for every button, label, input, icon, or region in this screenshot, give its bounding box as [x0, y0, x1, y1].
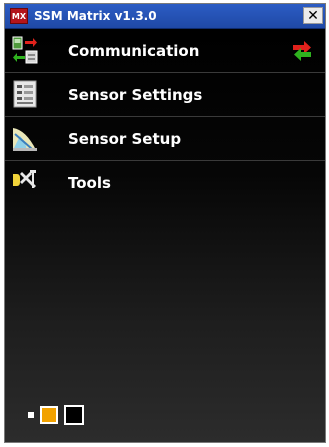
close-button[interactable]: ✕: [303, 7, 323, 24]
menu-item-label: Communication: [68, 41, 200, 60]
menu-item-sensor-settings[interactable]: Sensor Settings: [5, 73, 325, 117]
main-menu: Communication Sensor Settings Sensor Set…: [5, 29, 325, 442]
size-large-swatch[interactable]: [64, 405, 84, 425]
settings-sheet-icon: [12, 80, 38, 108]
app-window: MX SSM Matrix v1.3.0 ✕ Communication Sen…: [4, 3, 326, 443]
window-title: SSM Matrix v1.3.0: [34, 9, 157, 23]
size-medium-swatch[interactable]: [40, 406, 58, 424]
connection-icon: [12, 36, 38, 64]
menu-item-label: Sensor Setup: [68, 129, 182, 148]
size-selector: [28, 404, 84, 426]
menu-item-sensor-setup[interactable]: Sensor Setup: [5, 117, 325, 161]
menu-item-label: Sensor Settings: [68, 85, 203, 104]
title-bar: MX SSM Matrix v1.3.0 ✕: [5, 4, 325, 29]
app-logo-icon: MX: [10, 8, 28, 24]
menu-item-label: Tools: [68, 173, 111, 192]
menu-item-communication[interactable]: Communication: [5, 29, 325, 73]
size-small-swatch[interactable]: [28, 412, 34, 418]
transfer-arrows-icon: [291, 39, 313, 61]
menu-item-tools[interactable]: Tools: [5, 161, 325, 204]
sensor-setup-icon: [12, 124, 38, 152]
tools-icon: [12, 168, 38, 196]
